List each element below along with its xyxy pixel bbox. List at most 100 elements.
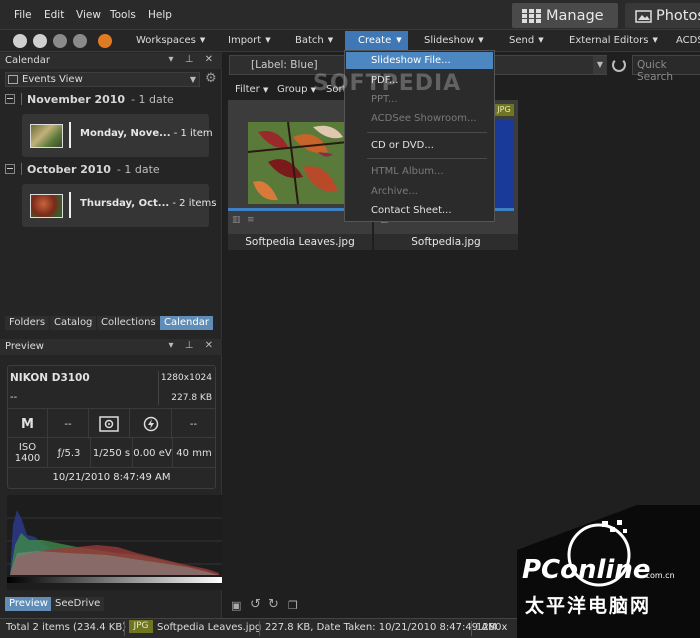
rotate-left-icon[interactable]: ↺ bbox=[250, 597, 261, 612]
events-view-label: Events View bbox=[22, 74, 83, 85]
slideshow-label: Slideshow bbox=[424, 35, 475, 46]
tab-collections[interactable]: Collections bbox=[97, 316, 160, 330]
external-editors-menu[interactable]: External Editors ▼ bbox=[569, 35, 658, 46]
label-color-bar bbox=[494, 208, 514, 211]
menu-cd-dvd[interactable]: CD or DVD... bbox=[371, 140, 434, 151]
workspaces-menu[interactable]: Workspaces ▼ bbox=[136, 35, 205, 46]
date-taken: 10/21/2010 8:47:49 AM bbox=[52, 472, 171, 483]
chevron-down-icon: ▼ bbox=[327, 36, 334, 44]
metering-value: -- bbox=[48, 409, 89, 439]
tag-icon: ▥ bbox=[232, 215, 241, 225]
thumbnail-filename: Softpedia Leaves.jpg bbox=[228, 234, 372, 250]
panel-controls[interactable]: ▾ ⊥ ✕ bbox=[169, 54, 217, 65]
menu-contact-sheet[interactable]: Contact Sheet... bbox=[371, 205, 452, 216]
thumbnail-filename: Softpedia.jpg bbox=[374, 234, 518, 250]
chevron-down-icon: ▼ bbox=[396, 36, 402, 44]
histogram bbox=[7, 495, 222, 590]
status-dimensions: 1280x bbox=[476, 622, 508, 633]
up-icon[interactable] bbox=[73, 34, 87, 48]
menu-acdsee-showroom: ACDSee Showroom... bbox=[371, 113, 477, 124]
photos-icon bbox=[635, 9, 652, 23]
pconline-chinese-text: 太平洋电脑网 bbox=[525, 595, 652, 617]
chevron-down-icon: ▼ bbox=[262, 86, 269, 94]
pconline-text: PConline bbox=[522, 555, 651, 585]
acdsee-menu[interactable]: ACDS bbox=[676, 35, 700, 46]
image-dimensions: 1280x1024 bbox=[160, 373, 212, 383]
import-label: Import bbox=[228, 35, 262, 46]
group-count: - 1 date bbox=[116, 163, 160, 176]
rotate-right-icon[interactable]: ↻ bbox=[268, 597, 279, 612]
metering-icon bbox=[89, 409, 130, 439]
tab-calendar[interactable]: Calendar bbox=[160, 316, 213, 330]
manage-mode-button[interactable]: Manage bbox=[512, 3, 618, 28]
status-filename: Softpedia Leaves.jpg bbox=[157, 622, 262, 633]
group-menu[interactable]: Group ▼ bbox=[277, 84, 316, 95]
menu-help[interactable]: Help bbox=[148, 9, 172, 21]
collapse-icon[interactable] bbox=[5, 94, 15, 104]
database-icon: ≡ bbox=[247, 215, 255, 225]
menu-file[interactable]: File bbox=[14, 9, 32, 21]
event-card-november[interactable]: Monday, Nove... - 1 item bbox=[22, 114, 213, 157]
exposure-mode: M bbox=[8, 409, 48, 439]
group-count: - 1 date bbox=[131, 93, 174, 106]
menu-archive: Archive... bbox=[371, 186, 418, 197]
workspaces-label: Workspaces bbox=[136, 35, 196, 46]
calendar-panel-title: Calendar bbox=[5, 55, 50, 66]
softpedia-image bbox=[494, 120, 514, 208]
chevron-down-icon[interactable]: ▼ bbox=[593, 56, 607, 74]
chevron-down-icon: ▼ bbox=[265, 36, 271, 44]
menu-tools[interactable]: Tools bbox=[110, 9, 136, 21]
photos-mode-button[interactable]: Photos bbox=[625, 3, 700, 28]
flash-icon bbox=[130, 409, 172, 439]
event-card-october[interactable]: Thursday, Oct... - 2 items bbox=[22, 184, 217, 227]
event-label: Thursday, Oct... - 2 items bbox=[80, 198, 217, 209]
photos-mode-label: Photos bbox=[656, 7, 700, 24]
gear-icon[interactable]: ⚙ bbox=[205, 71, 217, 86]
file-size: 227.8 KB bbox=[171, 393, 212, 403]
event-label: Monday, Nove... - 1 item bbox=[80, 128, 213, 139]
create-menu[interactable]: Create ▼ bbox=[345, 31, 408, 51]
pconline-domain: .com.cn bbox=[643, 571, 675, 580]
slideshow-menu[interactable]: Slideshow ▼ bbox=[424, 35, 484, 46]
refresh-icon[interactable] bbox=[612, 58, 626, 72]
preview-panel-header: Preview ▾ ⊥ ✕ bbox=[0, 339, 222, 355]
group-header-november[interactable]: November 2010 - 1 date bbox=[5, 93, 217, 109]
image-icon[interactable]: ▣ bbox=[231, 599, 241, 612]
chevron-down-icon: ▼ bbox=[652, 36, 658, 44]
jpg-badge: JPG bbox=[494, 104, 514, 116]
quick-search-input[interactable]: Quick Search bbox=[632, 55, 700, 83]
send-menu[interactable]: Send ▼ bbox=[509, 35, 544, 46]
menu-view[interactable]: View bbox=[76, 9, 101, 21]
exif-info-box: NIKON D3100 -- 1280x1024 227.8 KB M -- -… bbox=[7, 365, 216, 489]
calendar-icon bbox=[8, 75, 18, 84]
copy-icon[interactable]: ❐ bbox=[288, 599, 298, 612]
batch-menu[interactable]: Batch ▼ bbox=[295, 35, 333, 46]
create-label: Create bbox=[358, 35, 392, 46]
import-menu[interactable]: Import ▼ bbox=[228, 35, 271, 46]
collapse-icon[interactable] bbox=[5, 164, 15, 174]
menu-slideshow-file[interactable]: Slideshow File... bbox=[371, 55, 451, 66]
tab-preview[interactable]: Preview bbox=[5, 597, 52, 611]
panel-controls[interactable]: ▾ ⊥ ✕ bbox=[169, 340, 217, 351]
tab-folders[interactable]: Folders bbox=[5, 316, 50, 330]
tab-catalog[interactable]: Catalog bbox=[50, 316, 97, 330]
chevron-down-icon: ▼ bbox=[189, 75, 196, 84]
forward-icon[interactable] bbox=[53, 34, 67, 48]
group-header-october[interactable]: October 2010 - 1 date bbox=[5, 163, 217, 179]
chevron-down-icon: ▼ bbox=[538, 36, 544, 44]
back-icon[interactable] bbox=[33, 34, 47, 48]
menu-edit[interactable]: Edit bbox=[44, 9, 64, 21]
manage-mode-label: Manage bbox=[546, 7, 604, 24]
tab-seedrive[interactable]: SeeDrive bbox=[51, 597, 105, 611]
iso-value: ISO 1400 bbox=[8, 438, 48, 468]
preview-panel-title: Preview bbox=[5, 341, 44, 352]
events-view-select[interactable]: Events View ▼ bbox=[5, 72, 200, 87]
group-month: November 2010 bbox=[27, 93, 126, 106]
store-icon[interactable] bbox=[98, 34, 112, 48]
focal-length-value: 40 mm bbox=[176, 447, 212, 459]
home-icon[interactable] bbox=[13, 34, 27, 48]
leaves-image bbox=[248, 122, 348, 204]
status-total: Total 2 items (234.4 KB) bbox=[6, 622, 127, 633]
camera-model: NIKON D3100 bbox=[10, 372, 90, 384]
filter-menu[interactable]: Filter ▼ bbox=[235, 84, 268, 95]
